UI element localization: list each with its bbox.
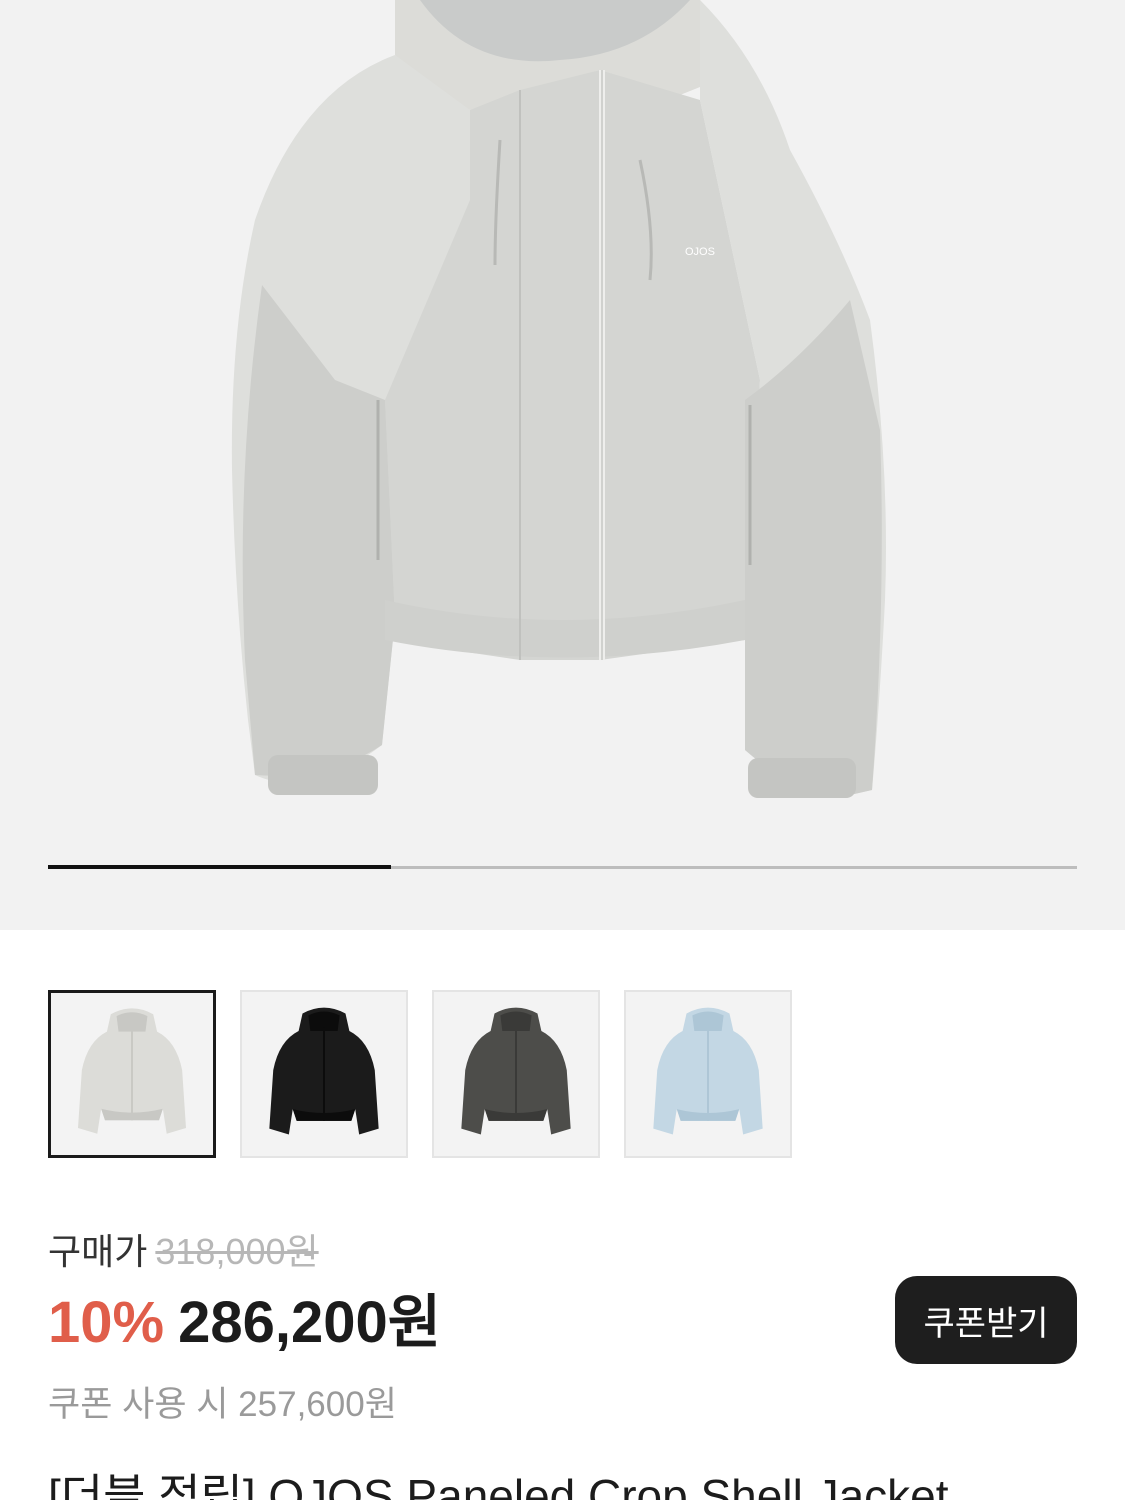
thumb-light-gray[interactable] xyxy=(48,990,216,1158)
thumb-black[interactable] xyxy=(240,990,408,1158)
carousel-progress-bar xyxy=(48,865,1077,869)
purchase-label: 구매가 xyxy=(48,1231,148,1272)
purchase-price-row: 구매가 318,000원 xyxy=(48,1228,1077,1276)
get-coupon-button[interactable]: 쿠폰받기 xyxy=(895,1276,1077,1364)
thumbnail-jacket-image xyxy=(461,1007,571,1135)
original-price: 318,000원 xyxy=(155,1231,319,1272)
coupon-price-text: 쿠폰 사용 시 257,600원 xyxy=(48,1385,397,1424)
color-thumbnail-list xyxy=(48,990,792,1158)
product-image: OJOS xyxy=(231,0,886,798)
thumbnail-jacket-image xyxy=(653,1007,763,1135)
product-title: [더블 적립] OJOS Paneled Crop Shell Jacket xyxy=(48,1470,949,1500)
sale-price: 286,200원 xyxy=(178,1290,442,1355)
product-image-carousel[interactable]: OJOS xyxy=(0,0,1125,930)
jacket-logo-text: OJOS xyxy=(685,246,715,258)
thumb-charcoal[interactable] xyxy=(432,990,600,1158)
thumbnail-jacket-image xyxy=(269,1007,379,1135)
discount-rate: 10% xyxy=(48,1290,165,1355)
product-detail-page: OJOS 구매가 318,000원 10% 286,200원 쿠폰 사용 시 257… xyxy=(0,0,1125,1500)
thumb-sky-blue[interactable] xyxy=(624,990,792,1158)
carousel-progress-fill xyxy=(48,865,391,869)
thumbnail-jacket-image xyxy=(78,1008,186,1134)
